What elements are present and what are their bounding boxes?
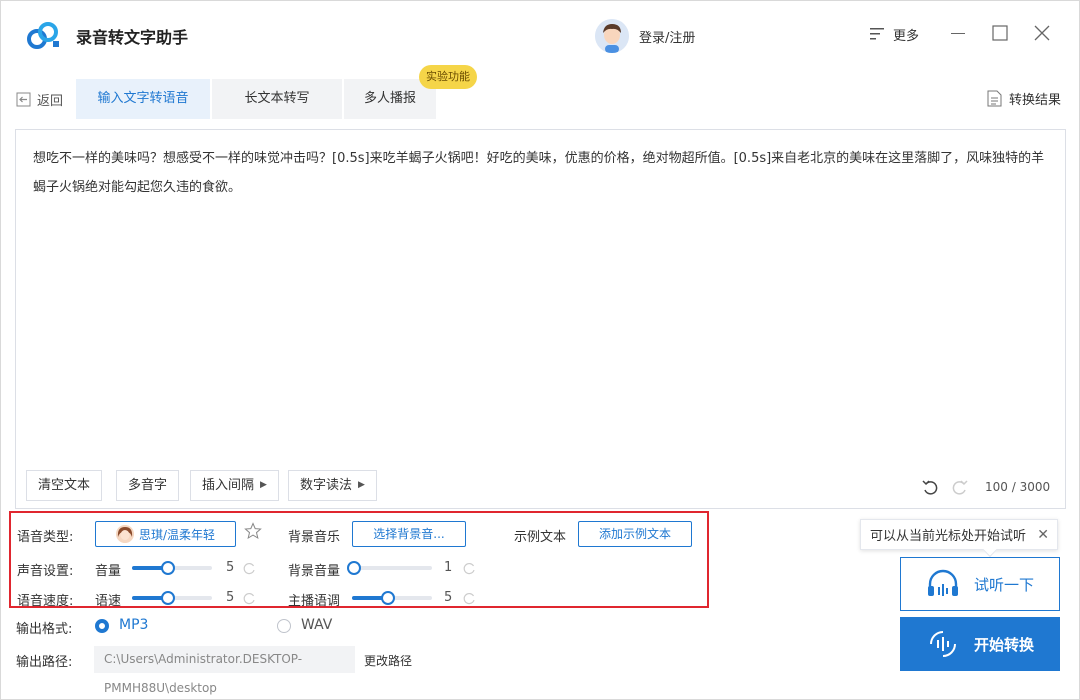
start-convert-label: 开始转换 <box>973 635 1034 654</box>
document-icon <box>987 90 1002 107</box>
voice-name: 思琪/温柔年轻 <box>138 527 216 542</box>
voice-settings-panel: 语音类型: 思琪/温柔年轻 背景音乐 选择背景音... 示例文本 添加示例文本 … <box>9 511 709 609</box>
polyphone-label: 多音字 <box>128 478 168 493</box>
back-label: 返回 <box>37 94 64 109</box>
character-counter: 100 / 3000 <box>985 480 1051 494</box>
speech-speed-label: 语音速度: <box>17 594 74 609</box>
voice-avatar <box>115 525 134 543</box>
menu-icon[interactable] <box>870 27 884 41</box>
play-triangle-icon: ▶ <box>260 480 267 490</box>
preview-listen-label: 试听一下 <box>973 575 1034 594</box>
tooltip-arrow <box>982 542 998 558</box>
user-avatar-icon <box>595 19 629 53</box>
listen-tooltip: 可以从当前光标处开始试听 ✕ <box>860 519 1058 558</box>
output-path-field[interactable]: C:\Users\Administrator.DESKTOP- <box>94 646 355 673</box>
voice-type-label: 语音类型: <box>17 530 74 545</box>
add-sample-text-button[interactable]: 添加示例文本 <box>578 521 692 547</box>
voice-avatar-icon <box>115 525 134 543</box>
login-register-link[interactable]: 登录/注册 <box>639 27 695 46</box>
sound-wave-icon <box>929 631 956 657</box>
start-convert-button[interactable]: 开始转换 <box>900 617 1060 671</box>
headphones-icon <box>927 569 958 596</box>
maximize-icon[interactable] <box>990 23 1010 43</box>
bg-volume-slider-handle[interactable] <box>347 561 361 575</box>
volume-label: 音量 <box>95 564 122 579</box>
output-path-line1: C:\Users\Administrator.DESKTOP- <box>104 652 303 666</box>
back-button[interactable]: 返回 <box>16 90 63 109</box>
sound-settings-label: 声音设置: <box>17 564 74 579</box>
reset-icon[interactable] <box>463 562 476 575</box>
app-title: 录音转文字助手 <box>76 28 189 47</box>
reset-icon[interactable] <box>243 592 256 605</box>
output-format-label: 输出格式: <box>16 622 73 637</box>
redo-icon[interactable] <box>952 479 968 495</box>
tab-text-to-speech[interactable]: 输入文字转语音 <box>76 79 210 119</box>
experimental-badge: 实验功能 <box>419 65 477 89</box>
bg-music-label: 背景音乐 <box>288 530 341 545</box>
favorite-star-icon[interactable] <box>244 522 262 540</box>
format-wav-radio[interactable] <box>277 619 291 633</box>
bg-volume-slider[interactable] <box>347 561 432 575</box>
conversion-result-label: 转换结果 <box>1009 93 1062 108</box>
minimize-icon[interactable] <box>948 23 968 43</box>
title-bar: 录音转文字助手 登录/注册 更多 <box>1 1 1079 67</box>
close-icon[interactable]: ✕ <box>1037 527 1049 543</box>
sample-text-label: 示例文本 <box>514 530 567 545</box>
insert-pause-button[interactable]: 插入间隔 ▶ <box>190 470 279 501</box>
insert-pause-label: 插入间隔 <box>202 478 255 493</box>
play-triangle-icon: ▶ <box>358 480 365 490</box>
number-reading-label: 数字读法 <box>300 478 353 493</box>
bg-volume-value: 1 <box>444 560 453 575</box>
rate-value: 5 <box>226 590 235 605</box>
conversion-result-button[interactable]: 转换结果 <box>987 89 1061 108</box>
undo-icon[interactable] <box>922 479 938 495</box>
app-logo-icon <box>27 22 59 49</box>
format-wav-label[interactable]: WAV <box>301 617 332 633</box>
change-path-link[interactable]: 更改路径 <box>364 652 412 669</box>
rate-slider[interactable] <box>132 591 212 605</box>
rate-label: 语速 <box>95 594 122 609</box>
listen-tooltip-text: 可以从当前光标处开始试听 <box>870 529 1027 544</box>
preview-listen-button[interactable]: 试听一下 <box>900 557 1060 611</box>
volume-slider-handle[interactable] <box>161 561 175 575</box>
user-avatar[interactable] <box>595 19 629 53</box>
app-window: 录音转文字助手 登录/注册 更多 返回 输入文字转语音 长文本转写 多人播报 实… <box>0 0 1080 700</box>
volume-value: 5 <box>226 560 235 575</box>
volume-slider[interactable] <box>132 561 212 575</box>
pitch-value: 5 <box>444 590 453 605</box>
editor-text[interactable]: 想吃不一样的美味吗？想感受不一样的味觉冲击吗？[0.5s]来吃羊蝎子火锅吧！好吃… <box>33 144 1048 202</box>
reset-icon[interactable] <box>243 562 256 575</box>
format-mp3-label[interactable]: MP3 <box>119 617 148 633</box>
output-path-line2: PMMH88U\desktop <box>104 681 217 695</box>
clear-text-button[interactable]: 清空文本 <box>26 470 103 501</box>
text-editor[interactable]: 想吃不一样的美味吗？想感受不一样的味觉冲击吗？[0.5s]来吃羊蝎子火锅吧！好吃… <box>15 129 1066 509</box>
bg-volume-label: 背景音量 <box>288 564 341 579</box>
output-path-label: 输出路径: <box>16 655 73 670</box>
select-bg-music-button[interactable]: 选择背景音... <box>352 521 466 547</box>
polyphone-button[interactable]: 多音字 <box>116 470 180 501</box>
pitch-label: 主播语调 <box>288 594 341 609</box>
number-reading-button[interactable]: 数字读法 ▶ <box>288 470 377 501</box>
clear-text-label: 清空文本 <box>38 478 91 493</box>
back-arrow-icon <box>16 92 31 107</box>
reset-icon[interactable] <box>463 592 476 605</box>
rate-slider-handle[interactable] <box>161 591 175 605</box>
pitch-slider[interactable] <box>352 591 432 605</box>
format-mp3-radio[interactable] <box>95 619 109 633</box>
pitch-slider-handle[interactable] <box>381 591 395 605</box>
more-menu-label[interactable]: 更多 <box>893 25 919 44</box>
voice-select-button[interactable]: 思琪/温柔年轻 <box>95 521 236 547</box>
tab-long-text[interactable]: 长文本转写 <box>212 79 342 119</box>
close-window-icon[interactable] <box>1032 23 1052 43</box>
